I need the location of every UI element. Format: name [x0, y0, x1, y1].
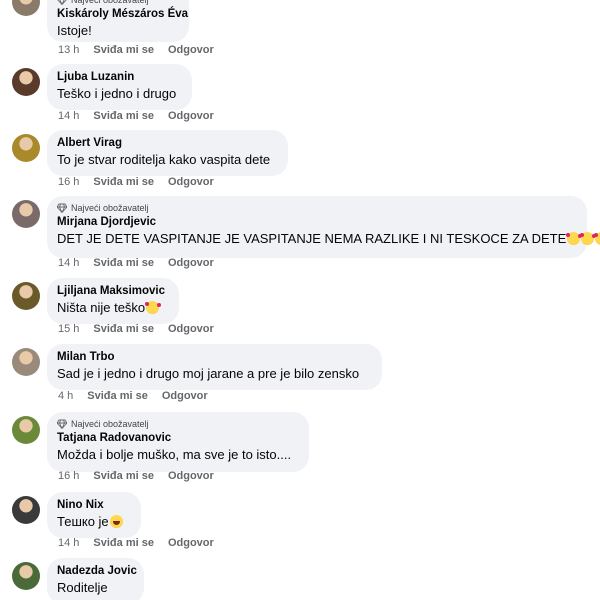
reply-button[interactable]: Odgovor	[162, 390, 208, 402]
comment-actions: 16 h Sviđa mi se Odgovor	[58, 176, 214, 188]
reply-button[interactable]: Odgovor	[168, 257, 214, 269]
avatar[interactable]	[12, 416, 40, 444]
comment-author[interactable]: Ljiljana Maksimovic	[57, 284, 169, 299]
comment-actions: 14 h Sviđa mi se Odgovor	[58, 110, 214, 122]
top-fan-label: Najveći obožavatelj	[71, 203, 149, 213]
avatar[interactable]	[12, 282, 40, 310]
reply-button[interactable]: Odgovor	[168, 176, 214, 188]
comment-actions: 14 h Sviđa mi se Odgovor	[58, 537, 214, 549]
comment-actions: 13 h Sviđa mi se Odgovor	[58, 44, 214, 56]
comment-timestamp[interactable]: 16 h	[58, 470, 79, 482]
comment-author[interactable]: Milan Trbo	[57, 350, 372, 365]
comment-timestamp[interactable]: 4 h	[58, 390, 73, 402]
comment-text: Istoje!	[57, 22, 179, 40]
comment-text-content: Тешко је	[57, 514, 109, 529]
comment-bubble: Najveći obožavatelj Tatjana Radovanovic Mo…	[47, 412, 309, 472]
comment-bubble: Nino Nix Тешко је	[47, 492, 141, 538]
comment-author[interactable]: Tatjana Radovanovic	[57, 431, 299, 446]
comment-bubble: Ljuba Luzanin Teško i jedno i drugo	[47, 64, 192, 110]
top-fan-badge: Najveći obožavatelj	[57, 0, 179, 6]
top-fan-label: Najveći obožavatelj	[71, 0, 149, 5]
reply-button[interactable]: Odgovor	[168, 44, 214, 56]
smiling-hearts-emoji-icon	[566, 232, 583, 245]
like-button[interactable]: Sviđa mi se	[87, 390, 148, 402]
comment-text: Roditelje	[57, 579, 134, 597]
reply-button[interactable]: Odgovor	[168, 110, 214, 122]
comment-author[interactable]: Nino Nix	[57, 498, 131, 513]
laughing-emoji-icon	[109, 515, 123, 528]
top-fan-label: Najveći obožavatelj	[71, 419, 149, 429]
comment-text-content: To je stvar roditelja kako vaspita dete	[57, 152, 271, 167]
comment-actions: 4 h Sviđa mi se Odgovor	[58, 390, 208, 402]
comment-bubble: Milan Trbo Sad je i jedno i drugo moj jar…	[47, 344, 382, 390]
like-button[interactable]: Sviđa mi se	[93, 323, 154, 335]
comment-bubble: Najveći obožavatelj Kiskároly Mészáros Év…	[47, 0, 189, 42]
avatar[interactable]	[12, 0, 40, 16]
comment-timestamp[interactable]: 16 h	[58, 176, 79, 188]
like-button[interactable]: Sviđa mi se	[93, 44, 154, 56]
comment-timestamp[interactable]: 13 h	[58, 44, 79, 56]
diamond-icon	[56, 203, 68, 214]
avatar[interactable]	[12, 200, 40, 228]
comment-bubble: Ljiljana Maksimovic Ništa nije teško	[47, 278, 179, 324]
avatar[interactable]	[12, 562, 40, 590]
smiling-hearts-emoji-icon	[594, 232, 600, 245]
comment-author[interactable]: Ljuba Luzanin	[57, 70, 182, 85]
like-button[interactable]: Sviđa mi se	[93, 110, 154, 122]
like-button[interactable]: Sviđa mi se	[93, 257, 154, 269]
like-button[interactable]: Sviđa mi se	[93, 537, 154, 549]
diamond-icon	[57, 0, 67, 6]
avatar[interactable]	[12, 348, 40, 376]
smiling-hearts-emoji-icon	[580, 232, 597, 245]
comment-bubble: Albert Virag To je stvar roditelja kako v…	[47, 130, 288, 176]
comment-text: Тешко је	[57, 513, 131, 531]
comment-text-content: Teško i jedno i drugo	[57, 86, 177, 101]
comment-text: Možda i bolje muško, ma sve je to isto..…	[57, 446, 299, 464]
comment-text-content: Sad je i jedno i drugo moj jarane a pre …	[57, 366, 360, 381]
comment-timestamp[interactable]: 14 h	[58, 257, 79, 269]
comment-text: Sad je i jedno i drugo moj jarane a pre …	[57, 365, 372, 383]
comment-actions: 16 h Sviđa mi se Odgovor	[58, 470, 214, 482]
avatar[interactable]	[12, 496, 40, 524]
comment-text: To je stvar roditelja kako vaspita dete	[57, 151, 278, 169]
reply-button[interactable]: Odgovor	[168, 470, 214, 482]
comment-bubble: Nadezda Jovic Roditelje	[47, 558, 144, 600]
avatar[interactable]	[12, 134, 40, 162]
comment-author[interactable]: Kiskároly Mészáros Éva	[57, 7, 188, 22]
comment-author[interactable]: Albert Virag	[57, 136, 278, 151]
comment-bubble: Najveći obožavatelj Mirjana Djordjevic DET…	[47, 196, 600, 258]
avatar[interactable]	[12, 68, 40, 96]
comment-text-content: Istoje!	[57, 23, 92, 38]
comment-timestamp[interactable]: 14 h	[58, 537, 79, 549]
comment-text-content: Ništa nije teško	[57, 300, 146, 315]
comment-timestamp[interactable]: 15 h	[58, 323, 79, 335]
comment-text-content: DET JE DETE VASPITANJE JE VASPITANJE NEM…	[57, 231, 567, 246]
smiling-hearts-emoji-icon	[145, 301, 162, 314]
comment-author[interactable]: Nadezda Jovic	[57, 564, 137, 579]
comment-text: Ništa nije teško	[57, 299, 169, 317]
reply-button[interactable]: Odgovor	[168, 537, 214, 549]
comment-text: DET JE DETE VASPITANJE JE VASPITANJE NEM…	[57, 230, 600, 248]
comment-actions: 14 h Sviđa mi se Odgovor	[58, 257, 214, 269]
comment-text-content: Možda i bolje muško, ma sve je to isto..…	[57, 447, 292, 462]
comment-author[interactable]: Mirjana Djordjevic	[57, 215, 577, 230]
reply-button[interactable]: Odgovor	[168, 323, 214, 335]
comment-text-content: Roditelje	[57, 580, 108, 595]
top-fan-badge: Najveći obožavatelj	[56, 418, 299, 430]
comment-text: Teško i jedno i drugo	[57, 85, 182, 103]
comment-timestamp[interactable]: 14 h	[58, 110, 79, 122]
top-fan-badge: Najveći obožavatelj	[56, 202, 577, 214]
comment-actions: 15 h Sviđa mi se Odgovor	[58, 323, 214, 335]
diamond-icon	[56, 419, 68, 430]
like-button[interactable]: Sviđa mi se	[93, 176, 154, 188]
like-button[interactable]: Sviđa mi se	[93, 470, 154, 482]
